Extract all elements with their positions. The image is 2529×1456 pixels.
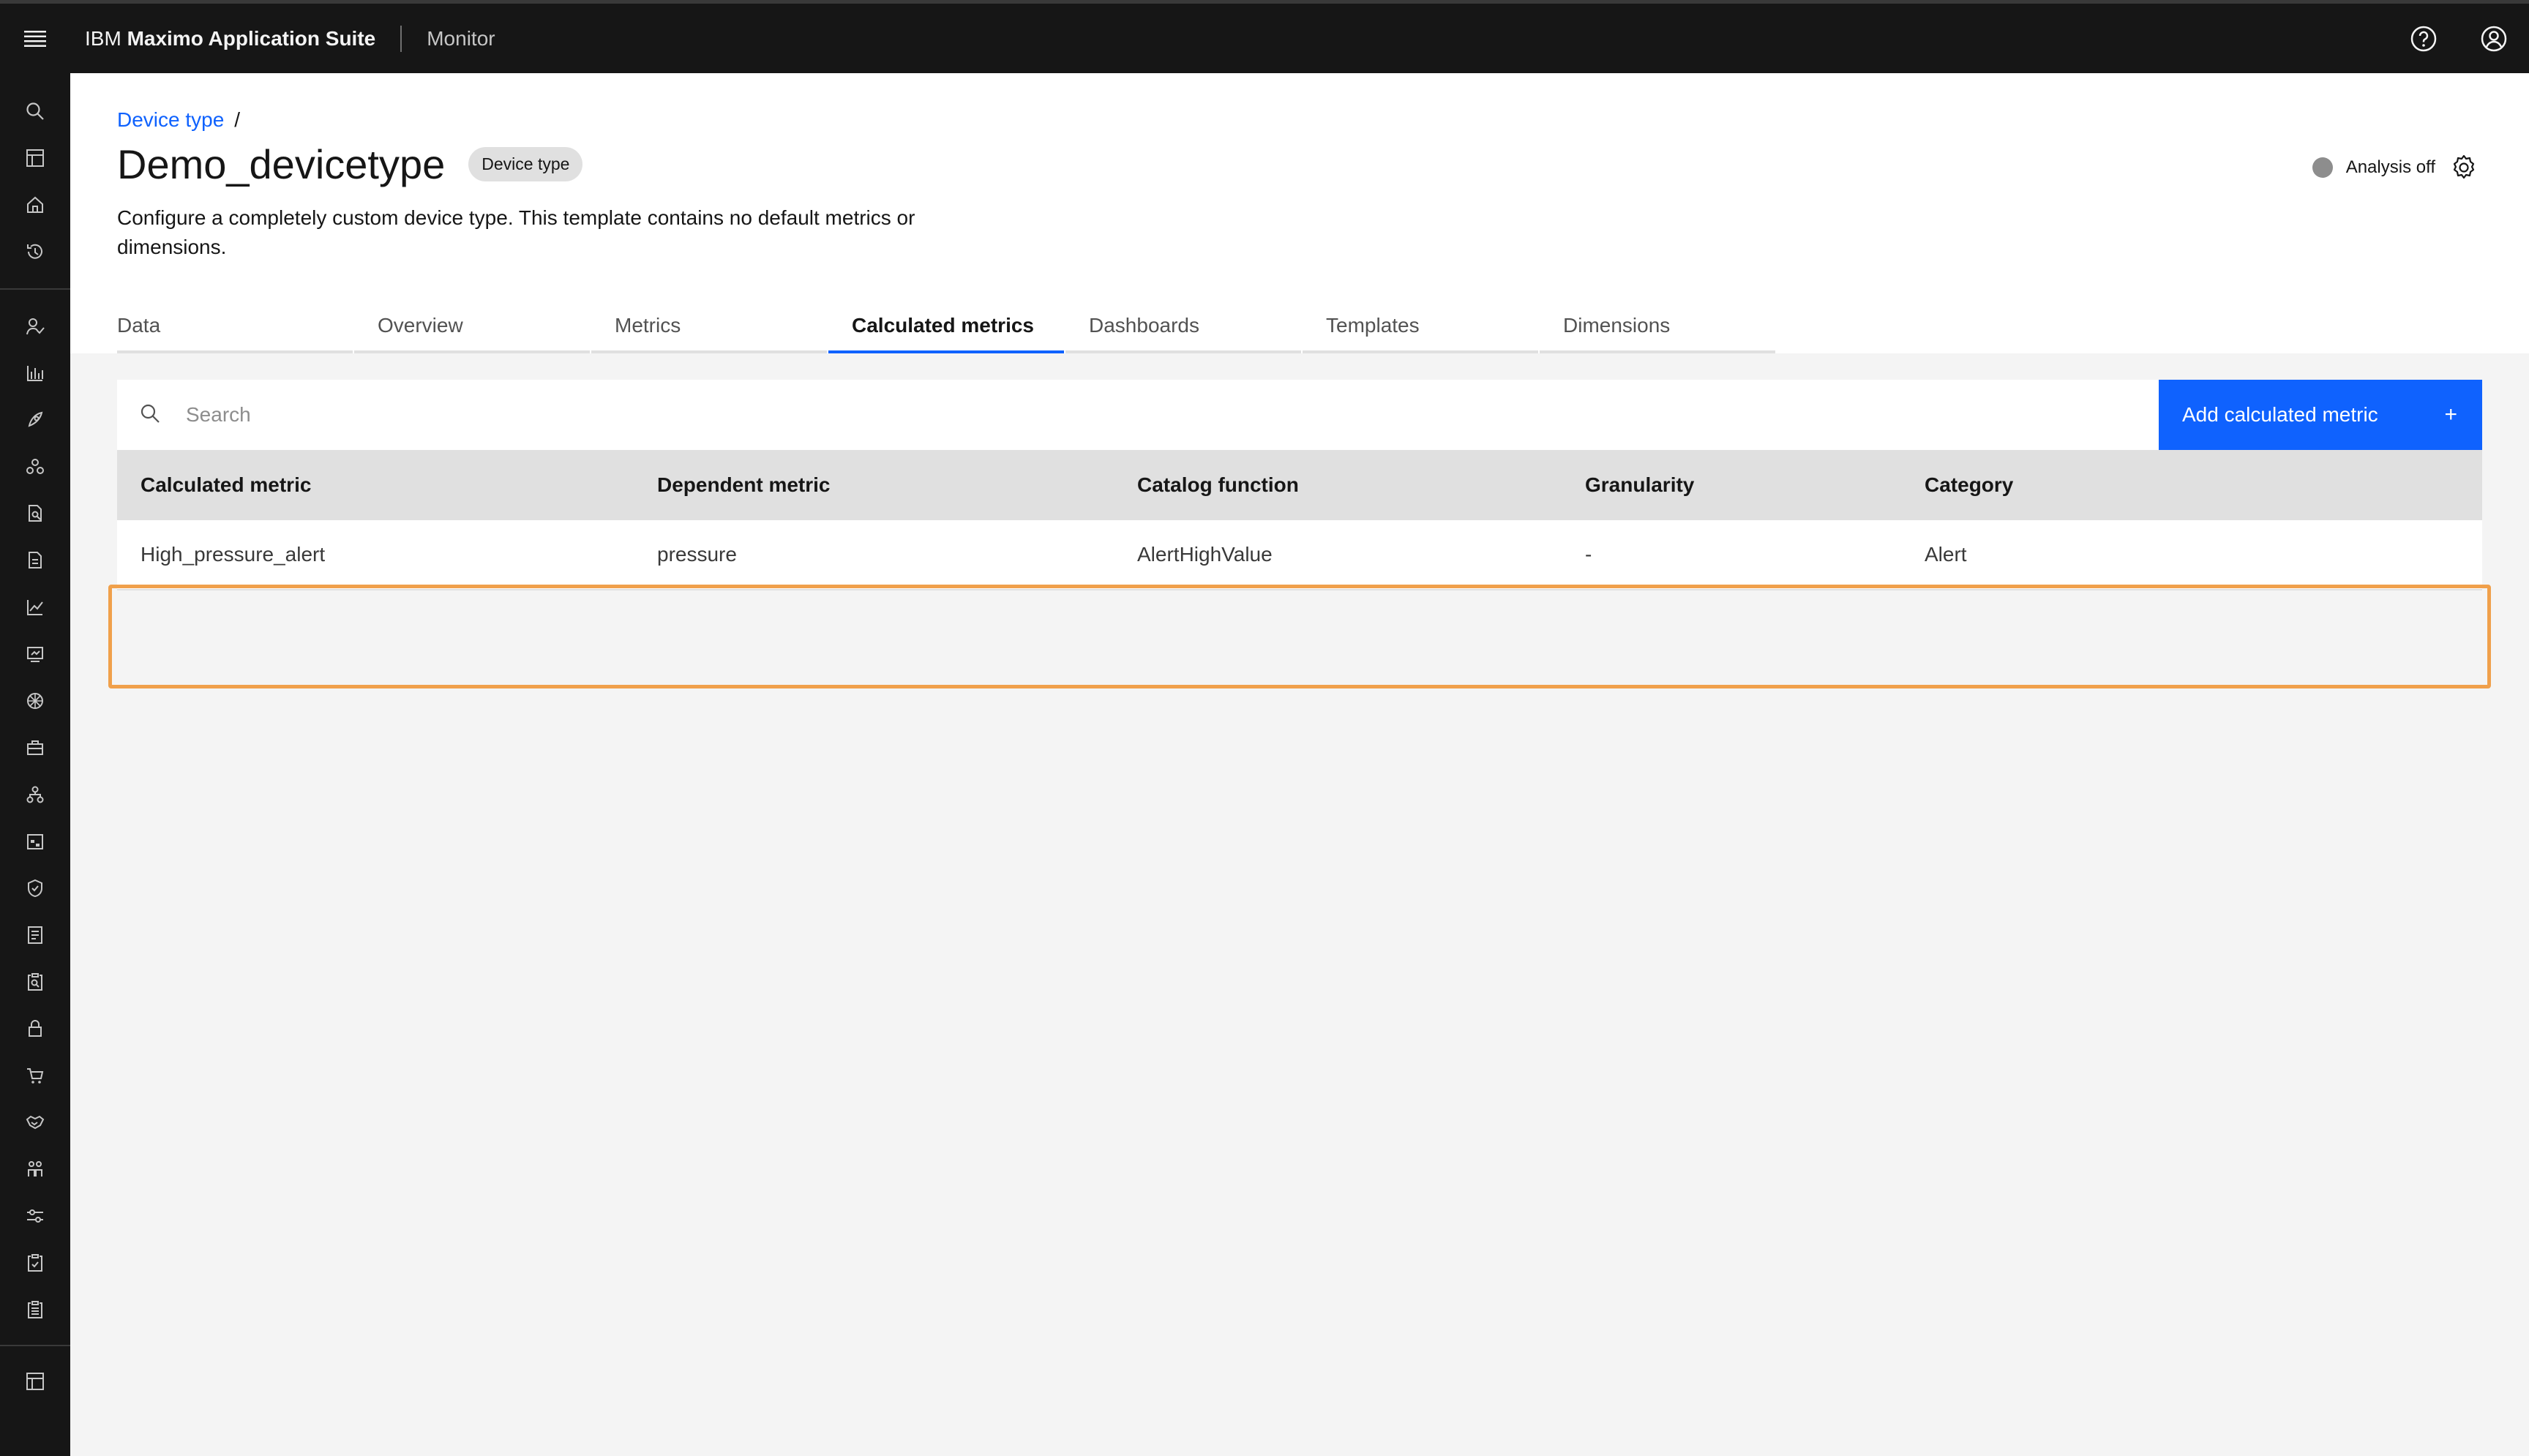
brand-name[interactable]: IBM Maximo Application Suite — [85, 27, 375, 50]
tab-metrics[interactable]: Metrics — [591, 300, 827, 353]
clipboard-search-icon[interactable] — [0, 958, 70, 1005]
device-type-tag: Device type — [468, 147, 583, 181]
column-header-granularity[interactable]: Granularity — [1562, 473, 1901, 497]
hierarchy-icon[interactable] — [0, 771, 70, 818]
add-button-label: Add calculated metric — [2182, 403, 2378, 426]
analysis-status: Analysis off — [2312, 154, 2478, 181]
bar-chart-icon[interactable] — [0, 350, 70, 397]
page-header: Device type / Demo_devicetype Device typ… — [70, 73, 2529, 353]
clipboard-icon[interactable] — [0, 1286, 70, 1333]
status-dot-icon — [2312, 157, 2333, 178]
column-header-category[interactable]: Category — [1901, 473, 2482, 497]
calendar-grid-icon[interactable] — [0, 818, 70, 865]
network-icon[interactable] — [0, 443, 70, 490]
user-check-icon[interactable] — [0, 303, 70, 350]
people-icon[interactable] — [0, 1146, 70, 1193]
shield-icon[interactable] — [0, 865, 70, 912]
tab-calculated-metrics[interactable]: Calculated metrics — [828, 300, 1064, 353]
side-nav-rail — [0, 73, 70, 1456]
rocket-icon[interactable] — [0, 397, 70, 443]
cart-icon[interactable] — [0, 1052, 70, 1099]
plus-icon: + — [2444, 402, 2457, 427]
cell-granularity: - — [1585, 543, 1592, 566]
screen-icon[interactable] — [0, 631, 70, 678]
document-search-icon[interactable] — [0, 490, 70, 537]
document-icon[interactable] — [0, 537, 70, 584]
app-name: Monitor — [427, 26, 495, 50]
tab-dashboards[interactable]: Dashboards — [1065, 300, 1301, 353]
asset-wheel-icon[interactable] — [0, 678, 70, 724]
handshake-icon[interactable] — [0, 1099, 70, 1146]
checklist-icon[interactable] — [0, 1239, 70, 1286]
tab-list: Data Overview Metrics Calculated metrics… — [117, 300, 1777, 353]
cell-dependent-metric: pressure — [657, 543, 737, 566]
column-header-calculated-metric[interactable]: Calculated metric — [117, 473, 634, 497]
brand-divider — [400, 25, 402, 52]
sliders-icon[interactable] — [0, 1193, 70, 1239]
home-icon[interactable] — [0, 181, 70, 228]
rail-divider — [0, 288, 70, 290]
table-toolbar: Add calculated metric + — [117, 380, 2482, 450]
main-content: Device type / Demo_devicetype Device typ… — [70, 73, 2529, 1456]
page-description: Configure a completely custom device typ… — [117, 206, 915, 258]
cell-calculated-metric: High_pressure_alert — [140, 543, 326, 566]
dashboard-icon[interactable] — [0, 135, 70, 181]
tab-dimensions[interactable]: Dimensions — [1540, 300, 1775, 353]
search-icon[interactable] — [0, 88, 70, 135]
lock-icon[interactable] — [0, 1005, 70, 1052]
user-avatar-icon[interactable] — [2459, 4, 2529, 73]
report-icon[interactable] — [0, 912, 70, 958]
search-container — [117, 380, 2159, 450]
toolbox-icon[interactable] — [0, 724, 70, 771]
page-title: Demo_devicetype — [117, 141, 446, 187]
table-header: Calculated metric Dependent metric Catal… — [117, 450, 2482, 520]
table-row[interactable]: High_pressure_alert pressure AlertHighVa… — [117, 520, 2482, 590]
cell-category: Alert — [1925, 543, 1967, 566]
top-header: IBM Maximo Application Suite Monitor — [0, 0, 2529, 73]
tab-overview[interactable]: Overview — [354, 300, 590, 353]
search-input[interactable] — [186, 403, 1503, 427]
line-chart-icon[interactable] — [0, 584, 70, 631]
search-icon — [139, 402, 161, 428]
tab-data[interactable]: Data — [117, 300, 353, 353]
hamburger-menu-icon[interactable] — [0, 4, 70, 73]
calculated-metrics-table: Add calculated metric + Calculated metri… — [108, 380, 2491, 688]
cell-catalog-function: AlertHighValue — [1137, 543, 1273, 566]
help-icon[interactable] — [2388, 4, 2459, 73]
history-icon[interactable] — [0, 228, 70, 275]
analysis-status-label: Analysis off — [2345, 157, 2435, 177]
row-highlight-outline — [108, 585, 2491, 688]
dashboard-bottom-icon[interactable] — [0, 1358, 70, 1405]
column-header-catalog-function[interactable]: Catalog function — [1114, 473, 1562, 497]
rail-divider — [0, 1345, 70, 1346]
column-header-dependent-metric[interactable]: Dependent metric — [634, 473, 1114, 497]
breadcrumb: Device type / — [117, 108, 240, 132]
add-calculated-metric-button[interactable]: Add calculated metric + — [2159, 380, 2482, 450]
breadcrumb-separator: / — [234, 108, 241, 131]
gear-icon[interactable] — [2450, 154, 2478, 181]
tab-templates[interactable]: Templates — [1303, 300, 1538, 353]
breadcrumb-device-type-link[interactable]: Device type — [117, 108, 224, 132]
